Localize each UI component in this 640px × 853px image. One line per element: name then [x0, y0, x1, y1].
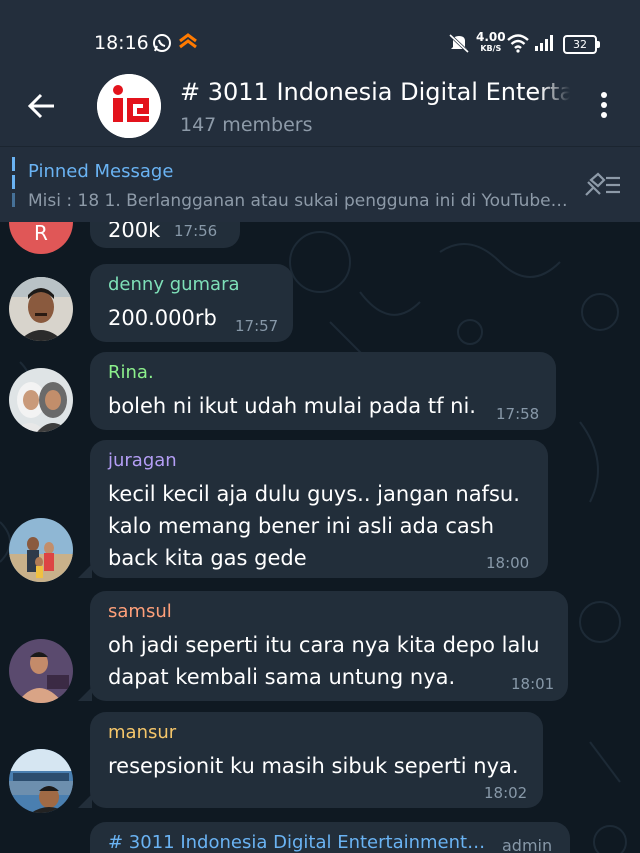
message-bubble[interactable]: Rina. boleh ni ikut udah mulai pada tf n…	[90, 352, 556, 430]
network-speed-value: 4.00	[476, 30, 506, 44]
message-time: 18:01	[511, 675, 555, 693]
avatar-denny-gumara[interactable]	[9, 277, 73, 341]
status-bar: 18:16 4.00 KB/S 32	[0, 0, 640, 60]
avatar-rina[interactable]	[9, 368, 73, 432]
message-text: resepsionit ku masih sibuk seperti nya.	[108, 754, 519, 778]
avatar-photo	[9, 518, 73, 582]
message-bubble[interactable]: # 3011 Indonesia Digital Entertainment… …	[90, 822, 570, 853]
message-bubble[interactable]: mansur resepsionit ku masih sibuk sepert…	[90, 712, 543, 808]
message-text: oh jadi seperti itu cara nya kita depo l…	[108, 633, 540, 657]
member-count: 147 members	[180, 114, 313, 136]
app-notification-icon	[179, 33, 197, 49]
pin-list-icon[interactable]	[582, 170, 622, 200]
message-time: 17:57	[235, 317, 279, 335]
avatar-juragan[interactable]	[9, 518, 73, 582]
message-text: back kita gas gede	[108, 546, 307, 570]
bubble-tail	[78, 687, 92, 701]
message-bubble[interactable]: 200k 17:56	[90, 222, 240, 248]
group-logo	[97, 74, 161, 138]
message-bubble[interactable]: juragan kecil kecil aja dulu guys.. jang…	[90, 440, 548, 578]
network-speed: 4.00 KB/S	[476, 30, 506, 54]
sender-name[interactable]: samsul	[108, 601, 172, 622]
avatar-photo	[9, 277, 73, 341]
message-time: 18:00	[486, 554, 530, 572]
avatar-initial: R	[34, 222, 48, 245]
message-time: 17:58	[496, 405, 540, 423]
sender-name[interactable]: juragan	[108, 450, 177, 471]
group-avatar[interactable]	[97, 74, 161, 138]
pinned-text: Misi : 18 1. Berlangganan atau sukai pen…	[28, 191, 568, 211]
message-time: 18:02	[484, 784, 528, 802]
message-time: 17:56	[174, 222, 218, 240]
pinned-indicator	[12, 157, 15, 211]
message-bubble[interactable]: samsul oh jadi seperti itu cara nya kita…	[90, 591, 568, 701]
admin-badge: admin	[502, 836, 553, 853]
network-speed-unit: KB/S	[480, 44, 502, 53]
group-title[interactable]: # 3011 Indonesia Digital Entertainment	[180, 78, 570, 106]
avatar-mansur[interactable]	[9, 749, 73, 813]
sender-name[interactable]: mansur	[108, 722, 176, 743]
more-options-icon[interactable]	[592, 92, 616, 122]
battery-icon: 32	[563, 35, 600, 54]
chat-header: # 3011 Indonesia Digital Entertainment 1…	[0, 60, 640, 146]
sender-name[interactable]: Rina.	[108, 362, 154, 383]
wifi-icon	[507, 34, 529, 53]
message-text: 200.000rb	[108, 306, 217, 330]
message-text: 200k	[108, 222, 161, 242]
avatar-samsul[interactable]	[9, 639, 73, 703]
avatar-photo	[9, 368, 73, 432]
back-arrow-icon[interactable]	[22, 86, 62, 126]
avatar-photo	[9, 749, 73, 813]
sender-name[interactable]: denny gumara	[108, 274, 240, 295]
whatsapp-icon	[153, 34, 171, 52]
signal-icon	[535, 35, 553, 51]
message-text: boleh ni ikut udah mulai pada tf ni.	[108, 394, 476, 418]
message-bubble[interactable]: denny gumara 200.000rb 17:57	[90, 264, 293, 342]
message-text: dapat kembali sama untung nya.	[108, 665, 456, 689]
message-text: kecil kecil aja dulu guys.. jangan nafsu…	[108, 482, 520, 506]
mute-icon	[448, 33, 470, 53]
sender-name[interactable]: # 3011 Indonesia Digital Entertainment…	[108, 832, 485, 853]
pinned-title: Pinned Message	[28, 161, 174, 182]
message-text: kalo memang bener ini asli ada cash	[108, 514, 495, 538]
bubble-tail	[78, 564, 92, 578]
chat-area[interactable]: R 200k 17:56 denny gumara 200.000rb 17:5…	[0, 222, 640, 853]
pinned-message-bar[interactable]: Pinned Message Misi : 18 1. Berlangganan…	[0, 146, 640, 223]
avatar-photo	[9, 639, 73, 703]
bubble-tail	[78, 794, 92, 808]
status-time: 18:16	[94, 32, 149, 54]
